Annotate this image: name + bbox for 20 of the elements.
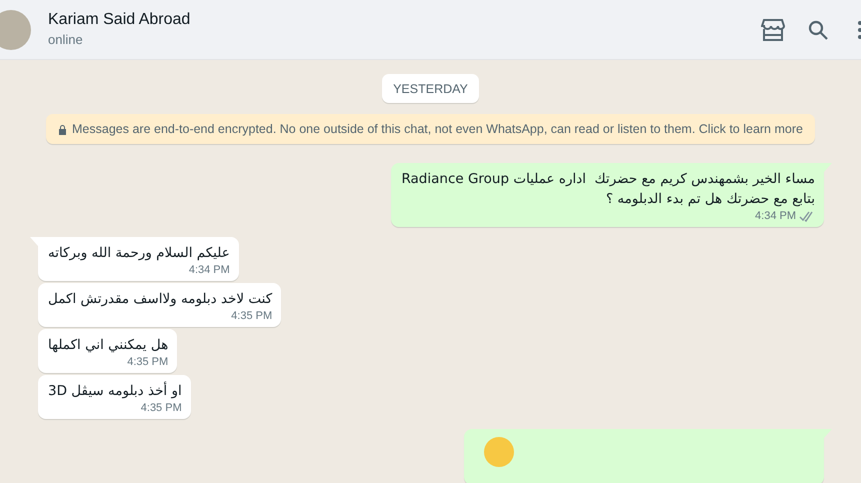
contact-name[interactable]: Kariam Said Abroad (48, 9, 761, 30)
notice-text: Messages are end-to-end encrypted. No one outside of this chat, not even WhatsApp, can read or listen to them. Click to learn more (72, 121, 803, 137)
message-text: او أخذ دبلومه سيڤل 3D (48, 381, 182, 401)
lock-icon (58, 124, 68, 134)
message-time: 4:35 PM (231, 310, 272, 322)
encryption-notice[interactable]: Messages are end-to-end encrypted. No one outside of this chat, not even WhatsApp, can read or listen to them. Click to learn more (46, 114, 815, 144)
message-text: عليكم السلام ورحمة الله وبركاته (48, 244, 230, 263)
message-time: 4:34 PM (188, 264, 230, 276)
message-text: مساء الخير بشمهندس كريم مع حضرتك اداره عمليات Radiance Group (401, 170, 815, 189)
message-time: 4:34 PM (755, 210, 796, 222)
search-icon[interactable] (808, 20, 828, 40)
contact-status: online (48, 31, 84, 49)
message-text: بتابع مع حضرتك هل تم بدء الدبلومه ؟ (604, 190, 815, 209)
message-text: هل يمكنني اني اكملها (48, 336, 168, 355)
shop-icon[interactable] (761, 18, 785, 40)
message-time: 4:35 PM (140, 402, 182, 414)
message-time: 4:35 PM (127, 356, 168, 368)
emoji-icon (484, 437, 514, 467)
message-text: كنت لاخد دبلومه ولااسف مقدرتش اكمل (48, 290, 272, 309)
menu-icon[interactable] (858, 20, 861, 38)
